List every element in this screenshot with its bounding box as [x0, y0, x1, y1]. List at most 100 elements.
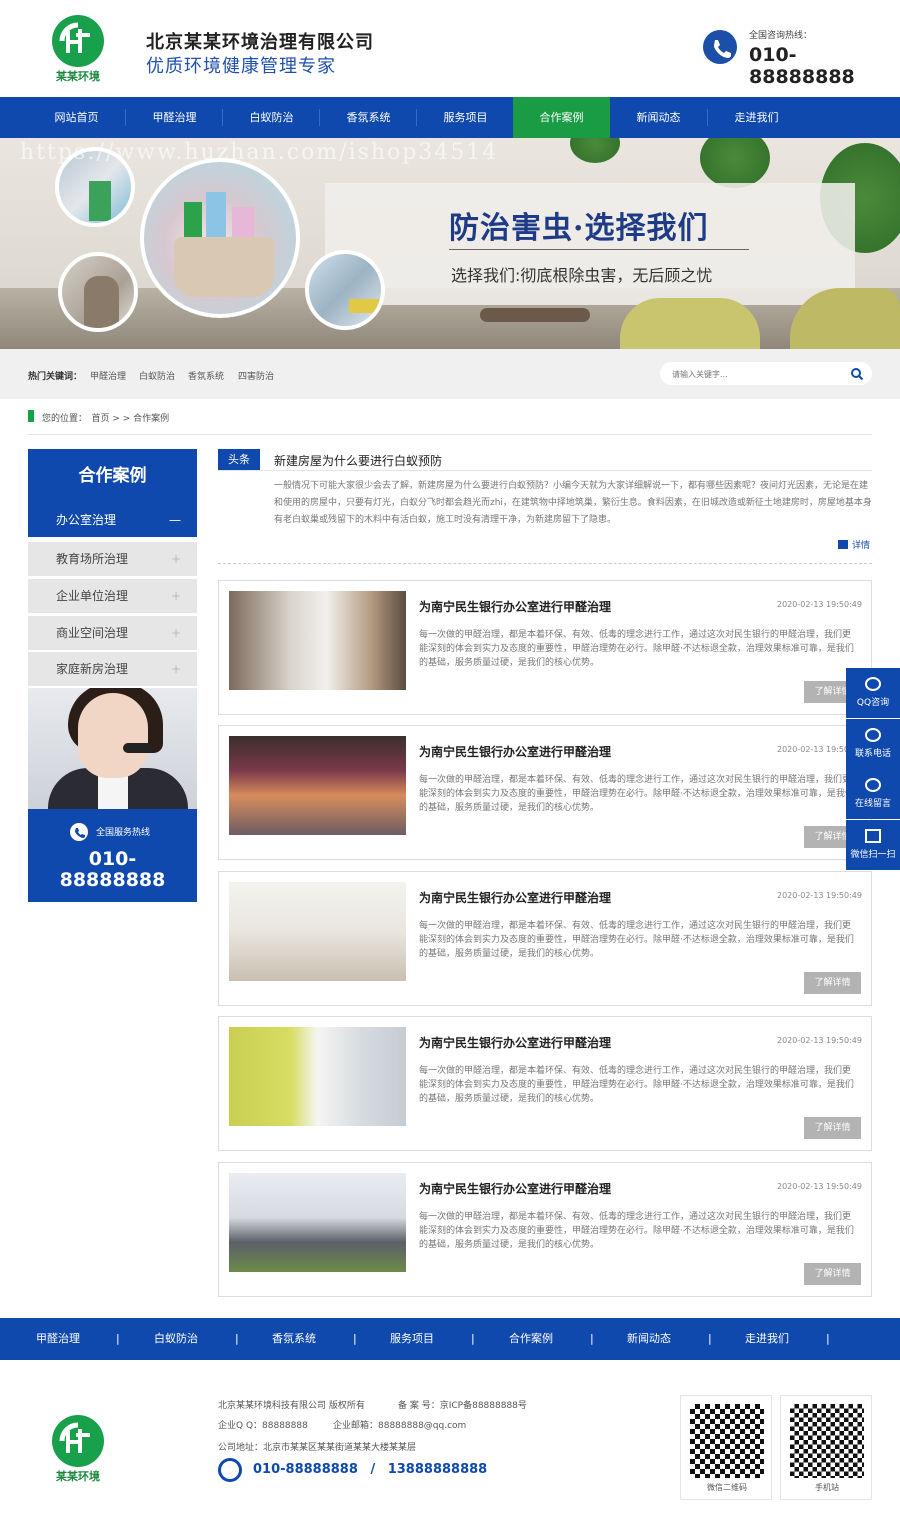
search-input[interactable]	[672, 367, 832, 381]
breadcrumb[interactable]: 您的位置： 首页 > > 合作案例	[42, 411, 169, 424]
sidebar-item-office[interactable]: 办公室治理 —	[28, 503, 197, 537]
case-card[interactable]: 为南宁民生银行办公室进行甲醛治理 2020-02-13 19:50:49 每一次…	[218, 580, 872, 715]
case-thumbnail[interactable]	[229, 736, 406, 835]
case-title[interactable]: 为南宁民生银行办公室进行甲醛治理	[419, 889, 611, 906]
qrcode-icon	[690, 1404, 764, 1478]
case-card[interactable]: 为南宁民生银行办公室进行甲醛治理 2020-02-13 19:50:49 每一次…	[218, 871, 872, 1006]
float-message-button[interactable]: 在线留言	[846, 769, 900, 819]
float-label: 在线留言	[854, 799, 891, 809]
footer-nav-item[interactable]: 服务项目	[390, 1318, 434, 1360]
case-card[interactable]: 为南宁民生银行办公室进行甲醛治理 2020-02-13 19:50:49 每一次…	[218, 1016, 872, 1151]
site-logo[interactable]: 某某环境	[48, 15, 108, 85]
divider	[218, 563, 872, 564]
nav-item-formaldehyde[interactable]: 甲醛治理	[126, 97, 223, 138]
float-qq-button[interactable]: QQ咨询	[846, 668, 900, 718]
wechat-qr: 微信二维码	[680, 1395, 772, 1500]
search-icon[interactable]	[850, 366, 864, 381]
footer-address: 公司地址：北京市某某区某某街道某某大楼某某层	[218, 1443, 417, 1453]
case-date: 2020-02-13 19:50:49	[777, 891, 862, 900]
hot-keywords-label: 热门关键词：	[28, 372, 83, 382]
banner-chair	[620, 298, 760, 349]
nav-item-about[interactable]: 走进我们	[708, 97, 805, 138]
footer-nav-item[interactable]: 甲醛治理	[36, 1318, 80, 1360]
footer-nav-item[interactable]: 合作案例	[509, 1318, 553, 1360]
sidebar-item-education[interactable]: 教育场所治理 +	[28, 542, 197, 576]
case-card[interactable]: 为南宁民生银行办公室进行甲醛治理 2020-02-13 19:50:49 每一次…	[218, 1162, 872, 1297]
message-icon	[865, 778, 881, 792]
sidebar-hotline-label: 全国服务热线	[96, 828, 151, 838]
headline-title[interactable]: 新建房屋为什么要进行白蚁预防	[274, 452, 442, 469]
case-detail-button[interactable]: 了解详情	[804, 1263, 861, 1285]
case-description: 每一次做的甲醛治理，都是本着环保、有效、低毒的理念进行工作，通过这次对民生银行的…	[419, 1212, 854, 1250]
footer-phone: 010-88888888 / 13888888888	[253, 1462, 487, 1477]
case-title[interactable]: 为南宁民生银行办公室进行甲醛治理	[419, 598, 611, 615]
nav-item-services[interactable]: 服务项目	[417, 97, 514, 138]
sidebar-hotline-number-line: 88888888	[59, 869, 166, 891]
divider	[218, 470, 872, 471]
expand-icon: +	[170, 662, 181, 676]
expand-icon: +	[170, 589, 181, 603]
company-name: 北京某某环境治理有限公司	[146, 32, 374, 53]
sidebar-item-label: 商业空间治理	[56, 626, 129, 640]
sidebar-item-label: 家庭新房治理	[56, 662, 129, 676]
footer-nav-item[interactable]: 走进我们	[745, 1318, 789, 1360]
qrcode-icon	[790, 1404, 864, 1478]
nav-item-home[interactable]: 网站首页	[28, 97, 125, 138]
footer-nav-divider: |	[353, 1332, 357, 1345]
nav-item-termite[interactable]: 白蚁防治	[223, 97, 320, 138]
phone-icon	[865, 728, 881, 742]
qr-label: 微信二维码	[707, 1483, 747, 1492]
breadcrumb-marker	[28, 410, 34, 422]
case-title[interactable]: 为南宁民生银行办公室进行甲醛治理	[419, 1180, 611, 1197]
footer-logo[interactable]: 某某环境	[48, 1415, 108, 1485]
case-thumbnail[interactable]	[229, 1027, 406, 1126]
sidebar-item-enterprise[interactable]: 企业单位治理 +	[28, 579, 197, 613]
hot-keyword-link[interactable]: 白蚁防治	[139, 369, 175, 382]
collapse-icon: —	[169, 513, 181, 527]
footer-nav-item[interactable]: 白蚁防治	[154, 1318, 198, 1360]
banner-title: 防治害虫·选择我们	[449, 211, 709, 246]
nav-item-fragrance[interactable]: 香氛系统	[320, 97, 417, 138]
case-detail-button[interactable]: 了解详情	[804, 1117, 861, 1139]
case-description: 每一次做的甲醛治理，都是本着环保、有效、低毒的理念进行工作，通过这次对民生银行的…	[419, 921, 854, 959]
sidebar-item-home[interactable]: 家庭新房治理 +	[28, 652, 197, 686]
case-thumbnail[interactable]	[229, 591, 406, 690]
case-detail-button[interactable]: 了解详情	[804, 972, 861, 994]
mobile-qr: 手机站	[780, 1395, 872, 1500]
float-wechat-button[interactable]: 微信扫一扫	[846, 820, 900, 870]
footer-nav-item[interactable]: 香氛系统	[272, 1318, 316, 1360]
sidebar-hotline-number-line: 010-	[88, 848, 137, 870]
float-phone-button[interactable]: 联系电话	[846, 719, 900, 769]
case-title[interactable]: 为南宁民生银行办公室进行甲醛治理	[419, 1034, 611, 1051]
case-thumbnail[interactable]	[229, 1173, 406, 1272]
float-label: QQ咨询	[856, 698, 890, 708]
footer-nav: 甲醛治理 | 白蚁防治 | 香氛系统 | 服务项目 | 合作案例 | 新闻动态 …	[0, 1318, 900, 1360]
case-thumbnail[interactable]	[229, 882, 406, 981]
footer-nav-divider: |	[708, 1332, 712, 1345]
sidebar-item-commercial[interactable]: 商业空间治理 +	[28, 616, 197, 650]
float-label: 联系电话	[854, 749, 891, 759]
footer-nav-divider: |	[590, 1332, 594, 1345]
footer-nav-divider: |	[826, 1332, 830, 1345]
nav-item-cases[interactable]: 合作案例	[513, 97, 610, 138]
sidebar-item-label: 教育场所治理	[56, 552, 129, 566]
logo-text: 某某环境	[56, 1470, 100, 1483]
main-nav: 网站首页 甲醛治理 白蚁防治 香氛系统 服务项目 合作案例 新闻动态 走进我们	[0, 97, 900, 138]
hot-keyword-link[interactable]: 香氛系统	[188, 369, 224, 382]
case-title[interactable]: 为南宁民生银行办公室进行甲醛治理	[419, 743, 611, 760]
cleaning-supplies-circle	[140, 158, 300, 318]
footer-nav-item[interactable]: 新闻动态	[627, 1318, 671, 1360]
headline-body: 一般情况下可能大家很少会去了解，新建房屋为什么要进行白蚁预防？小编今天就为大家详…	[274, 481, 872, 525]
hot-keyword-link[interactable]: 甲醛治理	[90, 369, 126, 382]
case-card[interactable]: 为南宁民生银行办公室进行甲醛治理 2020-02-13 19:50:49 每一次…	[218, 725, 872, 860]
footer-icp[interactable]: 备 案 号：京ICP备88888888号	[398, 1398, 527, 1411]
banner-table	[480, 308, 590, 322]
hot-keyword-link[interactable]: 四害防治	[238, 369, 274, 382]
sidebar-title: 合作案例	[28, 449, 197, 503]
banner-divider	[449, 249, 749, 250]
phone-icon	[703, 30, 737, 64]
headline-more-label: 详情	[852, 541, 871, 551]
sidebar-hotline: 全国服务热线 010- 88888888	[28, 809, 197, 902]
nav-item-news[interactable]: 新闻动态	[610, 97, 707, 138]
headline-more-link[interactable]: 详情	[838, 538, 870, 551]
